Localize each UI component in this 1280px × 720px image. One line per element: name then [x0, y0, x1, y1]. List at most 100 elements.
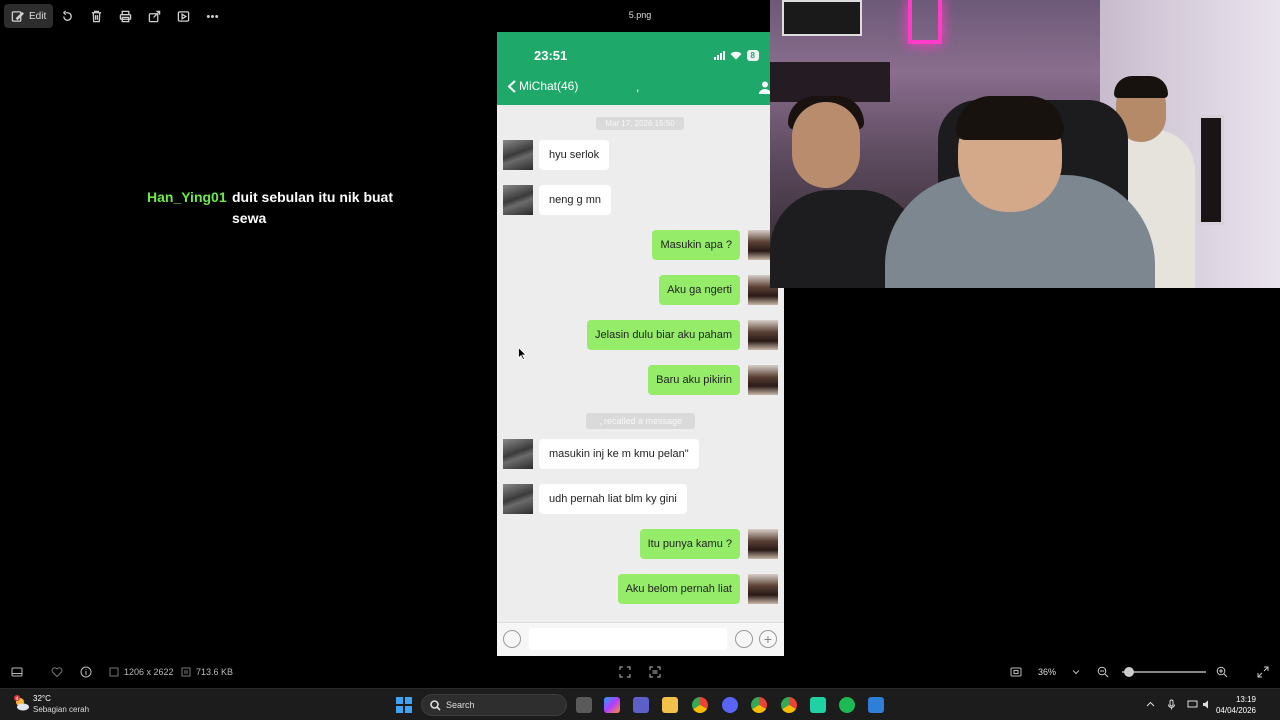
search-icon — [430, 700, 441, 711]
chat-header: 23:51 8 MiChat(46) , — [497, 32, 784, 105]
sent-message-bubble[interactable]: Itu punya kamu ? — [639, 529, 740, 559]
sent-message-bubble[interactable]: Jelasin dulu biar aku paham — [587, 320, 740, 350]
share-button[interactable] — [140, 4, 169, 28]
file-size-icon — [181, 667, 191, 677]
signal-icon — [713, 51, 725, 60]
image-dimensions: 1206 x 2622 — [124, 667, 174, 677]
screen: Edit 5.png Han_Ying01 duit sebulan itu n… — [0, 0, 1280, 720]
message-input[interactable] — [529, 628, 727, 650]
zoom-slider-thumb[interactable] — [1124, 667, 1134, 677]
webcam-door — [1198, 115, 1224, 225]
weather-condition: Sebagian cerah — [33, 705, 90, 714]
phone-clock: 23:51 — [534, 48, 568, 63]
chrome-profile-2-icon[interactable] — [781, 697, 797, 713]
spotify-icon[interactable] — [839, 697, 855, 713]
recall-notice: , recalled a message — [586, 413, 695, 429]
chevron-down-icon[interactable] — [1070, 666, 1082, 678]
chrome-profile-icon[interactable] — [751, 697, 767, 713]
printer-icon — [119, 10, 132, 22]
mouse-cursor-icon — [518, 347, 527, 360]
chat-input-bar: + — [497, 622, 784, 656]
plus-icon[interactable]: + — [759, 630, 777, 648]
sent-message-bubble[interactable]: Masukin apa ? — [652, 230, 740, 260]
heart-icon[interactable] — [51, 666, 63, 678]
webcam-neon-sign — [908, 0, 942, 44]
discord-icon[interactable] — [722, 697, 738, 713]
filmstrip-icon[interactable] — [11, 666, 23, 678]
wifi-icon — [730, 51, 742, 60]
own-avatar[interactable] — [748, 574, 778, 604]
zoom-level[interactable]: 36% — [1038, 667, 1056, 677]
chat-title: MiChat(46) — [519, 79, 579, 93]
own-avatar[interactable] — [748, 365, 778, 395]
received-message-bubble[interactable]: udh pernah liat blm ky gini — [539, 484, 687, 514]
clock-date: 04/04/2026 — [1215, 706, 1256, 715]
clock-time: 13:19 — [1235, 695, 1256, 704]
photos-icon[interactable] — [868, 697, 884, 713]
chat-username: Han_Ying01 — [147, 189, 227, 205]
slideshow-button[interactable] — [169, 4, 198, 28]
share-icon — [148, 10, 161, 22]
info-icon[interactable] — [80, 666, 92, 678]
weather-badge: 4 — [16, 696, 19, 702]
file-explorer-icon[interactable] — [662, 697, 678, 713]
contact-avatar[interactable] — [503, 140, 533, 170]
scan-text-icon[interactable] — [649, 666, 661, 678]
phone-status-icons: 8 — [713, 50, 759, 61]
own-avatar[interactable] — [748, 320, 778, 350]
copilot-icon[interactable] — [604, 697, 620, 713]
play-icon — [177, 10, 190, 22]
sent-message-bubble[interactable]: Baru aku pikirin — [648, 365, 740, 395]
voice-icon[interactable] — [503, 630, 521, 648]
back-button[interactable]: MiChat(46) — [507, 79, 578, 93]
actual-size-icon[interactable] — [1010, 666, 1022, 678]
start-button[interactable] — [396, 697, 412, 713]
contact-avatar[interactable] — [503, 439, 533, 469]
webcam-person-right-hair — [1114, 76, 1168, 98]
message-timestamp: Mar 17, 2026 15:50 — [596, 117, 684, 130]
fullscreen-icon[interactable] — [1257, 666, 1269, 678]
chrome-icon[interactable] — [692, 697, 708, 713]
chevron-up-icon[interactable] — [1145, 699, 1156, 710]
more-dots-icon — [207, 14, 219, 18]
contact-avatar[interactable] — [503, 185, 533, 215]
microphone-icon[interactable] — [1166, 699, 1177, 710]
fit-screen-icon[interactable] — [619, 666, 631, 678]
webcam-feed — [770, 0, 1280, 288]
contact-avatar[interactable] — [503, 484, 533, 514]
temperature: 32°C — [33, 694, 51, 703]
delete-button[interactable] — [82, 4, 111, 28]
zoom-in-icon[interactable] — [1216, 666, 1228, 678]
own-avatar[interactable] — [748, 529, 778, 559]
zoom-out-icon[interactable] — [1097, 666, 1109, 678]
task-view-icon[interactable] — [576, 697, 592, 713]
sent-message-bubble[interactable]: Aku ga ngerti — [659, 275, 740, 305]
chevron-left-icon — [507, 79, 516, 93]
print-button[interactable] — [111, 4, 140, 28]
webcam-poster — [782, 0, 862, 36]
sent-message-bubble[interactable]: Aku belom pernah liat — [617, 574, 740, 604]
rotate-icon — [63, 9, 73, 21]
received-message-bubble[interactable]: masukin inj ke m kmu pelan" — [539, 439, 699, 469]
volume-icon[interactable] — [1202, 699, 1213, 710]
file-name: 5.png — [628, 10, 652, 20]
battery-icon: 8 — [746, 50, 759, 61]
zoom-slider[interactable] — [1122, 671, 1206, 673]
chat-message-text: duit sebulan itu nik buat sewa — [232, 189, 393, 226]
received-message-bubble[interactable]: neng g mn — [539, 185, 611, 215]
webcam-person-left-head — [792, 102, 860, 188]
rotate-button[interactable] — [53, 4, 82, 28]
monitor-icon[interactable] — [1187, 699, 1198, 710]
chat-subtitle: , — [636, 80, 640, 94]
file-size: 713.6 KB — [196, 667, 234, 677]
app-icon[interactable] — [810, 697, 826, 713]
edit-button[interactable]: Edit — [4, 4, 54, 28]
emoji-icon[interactable] — [735, 630, 753, 648]
weather-icon[interactable]: 4 — [13, 695, 31, 713]
search-label: Search — [446, 700, 475, 710]
received-message-bubble[interactable]: hyu serlok — [539, 140, 610, 170]
teams-icon[interactable] — [633, 697, 649, 713]
taskbar-search[interactable]: Search — [421, 694, 567, 716]
more-button[interactable] — [198, 4, 227, 28]
system-clock[interactable]: 13:19 04/04/2026 — [1216, 694, 1256, 716]
